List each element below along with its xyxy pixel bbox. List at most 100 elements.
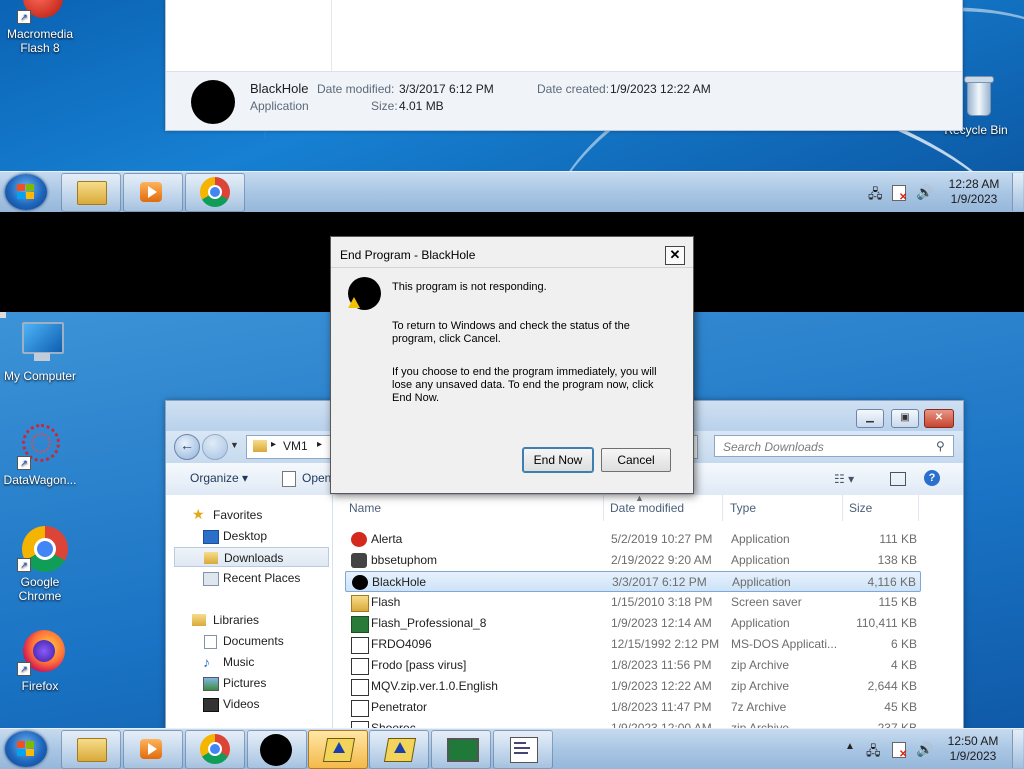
taskbar-monitor-button[interactable] xyxy=(431,730,491,769)
cancel-button[interactable]: Cancel xyxy=(601,448,671,472)
nav-recent-places[interactable]: Recent Places xyxy=(166,568,330,588)
flash-icon: ↗ xyxy=(17,0,63,24)
recent-pages-dropdown-icon[interactable]: ▼ xyxy=(230,440,239,450)
volume-icon[interactable]: 🔊 xyxy=(916,741,933,758)
nav-downloads[interactable]: Downloads xyxy=(174,547,329,567)
shortcut-arrow-icon: ↗ xyxy=(17,558,31,572)
taskbar-chrome-button[interactable] xyxy=(185,730,245,769)
file-date-modified: 1/8/2023 11:47 PM xyxy=(611,700,712,714)
file-size: 2,644 KB xyxy=(867,679,917,693)
open-icon xyxy=(282,471,296,487)
file-row[interactable]: MQV.zip.ver.1.0.English 1/9/2023 12:22 AM… xyxy=(345,676,921,697)
file-size: 4 KB xyxy=(890,658,917,672)
nav-music[interactable]: ♪ Music xyxy=(166,652,330,672)
nav-desktop[interactable]: Desktop xyxy=(166,526,330,546)
nav-videos[interactable]: Videos xyxy=(166,694,330,714)
breadcrumb-separator-icon[interactable]: ▸ xyxy=(317,439,322,450)
document-window-icon xyxy=(510,737,538,763)
taskbar-blackhole-button[interactable] xyxy=(247,730,307,769)
file-row[interactable]: Flash 1/15/2010 3:18 PM Screen saver 115 KB xyxy=(345,592,921,613)
taskbar-explorer-button[interactable] xyxy=(61,730,121,769)
taskbar-mqv-button[interactable] xyxy=(369,730,429,769)
file-row[interactable]: BlackHole 3/3/2017 6:12 PM Application 4,11… xyxy=(345,571,921,592)
videos-icon xyxy=(203,698,219,712)
dialog-titlebar[interactable]: End Program - BlackHole ✕ xyxy=(331,237,693,268)
preview-pane-icon[interactable] xyxy=(890,472,906,486)
shortcut-arrow-icon: ↗ xyxy=(17,662,31,676)
network-icon[interactable]: 🖧 xyxy=(866,742,881,764)
file-row[interactable]: Alerta 5/2/2019 10:27 PM Application 111 KB xyxy=(345,529,921,550)
folder-icon xyxy=(77,738,107,762)
view-options-icon[interactable]: ☷ ▾ xyxy=(834,472,854,486)
start-button[interactable] xyxy=(5,731,47,767)
column-date-modified[interactable]: Date modified xyxy=(610,501,684,515)
search-icon[interactable]: ⚲ xyxy=(936,439,945,453)
help-icon[interactable]: ? xyxy=(924,470,940,486)
chrome-icon xyxy=(200,734,230,764)
file-row[interactable]: Penetrator 1/8/2023 11:47 PM 7z Archive 45 … xyxy=(345,697,921,718)
organize-button[interactable]: Organize ▾ xyxy=(190,471,248,485)
nav-libraries[interactable]: Libraries xyxy=(166,610,330,630)
desktop-icon-my-computer[interactable]: My Computer xyxy=(0,320,82,383)
close-button[interactable]: ✕ xyxy=(924,409,954,428)
maximize-button[interactable]: ▣ xyxy=(891,409,919,428)
shortcut-arrow-icon: ↗ xyxy=(17,456,31,470)
nav-favorites[interactable]: ★ Favorites xyxy=(166,505,330,525)
details-size-label: Size: xyxy=(371,99,398,113)
details-file-name: BlackHole xyxy=(250,81,309,96)
search-input[interactable]: Search Downloads xyxy=(714,435,954,457)
blackhole-icon xyxy=(191,80,235,124)
clock-time: 12:28 AM xyxy=(948,177,1000,191)
network-icon[interactable]: 🖧 xyxy=(868,185,883,207)
file-date-modified: 3/3/2017 6:12 PM xyxy=(612,575,707,589)
stop-icon xyxy=(351,532,367,547)
file-type: zip Archive xyxy=(731,679,790,693)
column-type[interactable]: Type xyxy=(730,501,756,515)
volume-icon[interactable]: 🔊 xyxy=(916,184,933,201)
clock[interactable]: 12:50 AM 1/9/2023 xyxy=(938,734,1008,764)
dos-icon xyxy=(351,637,369,654)
back-button[interactable]: ← xyxy=(174,434,200,460)
folder-icon xyxy=(253,440,267,452)
breadcrumb-separator-icon: ▸ xyxy=(271,439,277,450)
libraries-icon xyxy=(192,614,206,626)
nav-pictures[interactable]: Pictures xyxy=(166,673,330,693)
show-desktop-button[interactable] xyxy=(1012,730,1023,768)
chrome-icon xyxy=(200,177,230,207)
taskbar-media-player-button[interactable] xyxy=(123,730,183,769)
desktop-icon-datawagon[interactable]: ↗ DataWagon... xyxy=(0,424,82,487)
dialog-message-3: If you choose to end the program immedia… xyxy=(392,366,657,404)
file-row[interactable]: bbsetuphom 2/19/2022 9:20 AM Application 13… xyxy=(345,550,921,571)
open-button[interactable]: Open xyxy=(302,471,331,485)
taskbar-document-button[interactable] xyxy=(493,730,553,769)
column-size[interactable]: Size xyxy=(849,501,872,515)
file-row[interactable]: Frodo [pass virus] 1/8/2023 11:56 PM zip A… xyxy=(345,655,921,676)
desktop-icon-label: Firefox xyxy=(21,679,59,693)
taskbar-media-player-button[interactable] xyxy=(123,173,183,212)
breadcrumb[interactable]: VM1 xyxy=(283,439,308,453)
show-hidden-icons-icon[interactable]: ▲ xyxy=(845,741,855,752)
desktop-icon-firefox[interactable]: ↗ Firefox xyxy=(0,630,82,693)
file-name: Penetrator xyxy=(371,700,428,714)
desktop-icon-macromedia-flash[interactable]: ↗ Macromedia Flash 8 xyxy=(0,0,82,55)
dialog-close-button[interactable]: ✕ xyxy=(665,246,685,265)
music-icon: ♪ xyxy=(203,654,210,670)
end-program-dialog: End Program - BlackHole ✕ This program i… xyxy=(330,236,694,494)
file-row[interactable]: FRDO4096 12/15/1992 2:12 PM MS-DOS Applica… xyxy=(345,634,921,655)
documents-icon xyxy=(204,635,217,649)
end-now-button[interactable]: End Now xyxy=(522,447,594,473)
taskbar-chrome-button[interactable] xyxy=(185,173,245,212)
nav-documents[interactable]: Documents xyxy=(166,631,330,651)
desktop-icon-google-chrome[interactable]: ↗ Google Chrome xyxy=(0,526,82,603)
clock[interactable]: 12:28 AM 1/9/2023 xyxy=(939,177,1009,207)
taskbar-mqv-button-active[interactable] xyxy=(308,730,368,769)
show-desktop-button[interactable] xyxy=(1012,173,1023,211)
app-icon xyxy=(351,616,369,633)
file-row[interactable]: Flash_Professional_8 1/9/2023 12:14 AM App… xyxy=(345,613,921,634)
zip-icon xyxy=(351,700,369,717)
start-button[interactable] xyxy=(5,174,47,210)
minimize-button[interactable]: ▁ xyxy=(856,409,884,428)
column-name[interactable]: Name xyxy=(349,501,381,515)
taskbar-explorer-button[interactable] xyxy=(61,173,121,212)
forward-button[interactable] xyxy=(202,434,228,460)
